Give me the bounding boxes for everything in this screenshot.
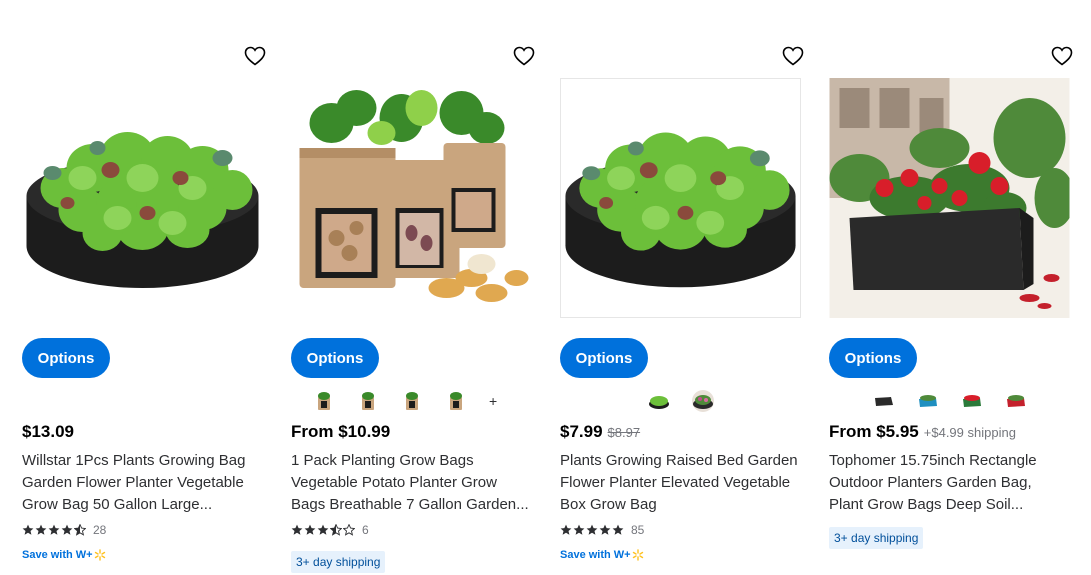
- options-button[interactable]: Options: [829, 338, 917, 378]
- variant-swatch[interactable]: [648, 390, 670, 412]
- favorite-heart-icon[interactable]: [781, 44, 805, 68]
- star-half-icon: [330, 524, 342, 536]
- shipping-cost: +$4.99 shipping: [923, 425, 1016, 440]
- star-icon: [612, 524, 624, 536]
- rating: 85: [560, 523, 644, 537]
- favorite-heart-icon[interactable]: [512, 44, 536, 68]
- star-icon: [48, 524, 60, 536]
- variant-swatch[interactable]: [917, 390, 939, 412]
- rating: 28: [22, 523, 106, 537]
- was-price: $8.97: [607, 425, 641, 440]
- rating: 6: [291, 523, 369, 537]
- price-row: From $5.95 +$4.99 shipping: [829, 422, 1016, 442]
- current-price: From $5.95: [829, 422, 919, 441]
- product-title[interactable]: Plants Growing Raised Bed Garden Flower …: [560, 450, 800, 516]
- current-price: $7.99: [560, 422, 603, 441]
- variant-swatch[interactable]: [692, 390, 714, 412]
- favorite-heart-icon[interactable]: [1050, 44, 1074, 68]
- product-grid: Options $13.09 Willstar 1Pcs Plants Grow…: [0, 0, 1091, 575]
- variant-swatch[interactable]: [961, 390, 983, 412]
- product-image[interactable]: [291, 78, 532, 318]
- star-rating: [560, 524, 625, 536]
- price-row: From $10.99: [291, 422, 390, 442]
- product-title[interactable]: 1 Pack Planting Grow Bags Vegetable Pota…: [291, 450, 531, 516]
- shipping-badge: 3+ day shipping: [829, 527, 924, 549]
- product-title[interactable]: Willstar 1Pcs Plants Growing Bag Garden …: [22, 450, 262, 516]
- variant-swatch[interactable]: [357, 390, 379, 412]
- variant-swatch[interactable]: [1005, 390, 1027, 412]
- product-image[interactable]: [22, 78, 263, 318]
- price-row: $7.99 $8.97: [560, 422, 640, 442]
- star-icon: [35, 524, 47, 536]
- star-icon: [291, 524, 303, 536]
- save-with-walmart-plus: Save with W+: [560, 549, 644, 561]
- star-half-icon: [74, 524, 86, 536]
- variant-swatch[interactable]: [445, 390, 467, 412]
- price-row: $13.09: [22, 422, 74, 442]
- variant-swatches: +: [291, 389, 536, 413]
- product-image[interactable]: [560, 78, 801, 318]
- current-price: From $10.99: [291, 422, 391, 441]
- variant-swatch[interactable]: [313, 390, 335, 412]
- product-card[interactable]: Options $13.09 Willstar 1Pcs Plants Grow…: [22, 38, 267, 575]
- star-icon: [22, 524, 34, 536]
- variant-swatch[interactable]: [401, 390, 423, 412]
- star-icon: [560, 524, 572, 536]
- options-button[interactable]: Options: [22, 338, 110, 378]
- review-count: 85: [631, 523, 645, 537]
- spark-icon: [94, 549, 106, 561]
- star-empty-icon: [343, 524, 355, 536]
- star-icon: [304, 524, 316, 536]
- review-count: 28: [93, 523, 107, 537]
- variant-swatch[interactable]: [873, 390, 895, 412]
- star-icon: [599, 524, 611, 536]
- save-with-walmart-plus: Save with W+: [22, 549, 106, 561]
- variant-swatches: [560, 389, 805, 413]
- review-count: 6: [362, 523, 369, 537]
- options-button[interactable]: Options: [560, 338, 648, 378]
- product-image[interactable]: [829, 78, 1070, 318]
- variant-swatches: [829, 389, 1074, 413]
- product-card[interactable]: Options $7.99 $8.97 Plants Growing Raise…: [560, 38, 805, 575]
- product-card[interactable]: Options + From $10.99 1 Pack Planting Gr…: [291, 38, 536, 575]
- star-icon: [586, 524, 598, 536]
- star-icon: [317, 524, 329, 536]
- shipping-badge: 3+ day shipping: [291, 551, 386, 573]
- star-icon: [61, 524, 73, 536]
- product-card[interactable]: Options From $5.95 +$4.99 shipping Topho…: [829, 38, 1074, 575]
- product-title[interactable]: Tophomer 15.75inch Rectangle Outdoor Pla…: [829, 450, 1069, 516]
- star-icon: [573, 524, 585, 536]
- more-variants[interactable]: +: [489, 393, 497, 409]
- current-price: $13.09: [22, 422, 74, 441]
- star-rating: [22, 524, 87, 536]
- options-button[interactable]: Options: [291, 338, 379, 378]
- favorite-heart-icon[interactable]: [243, 44, 267, 68]
- star-rating: [291, 524, 356, 536]
- spark-icon: [632, 549, 644, 561]
